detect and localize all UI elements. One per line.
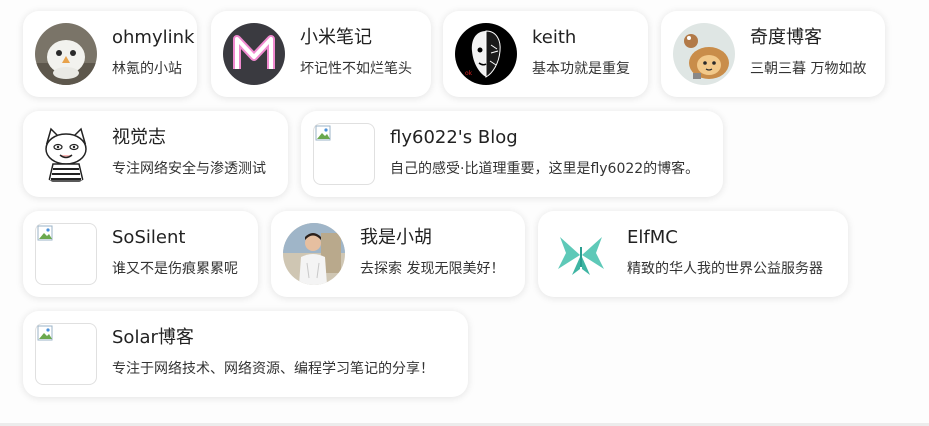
friend-card-qidu-blog[interactable]: 奇度博客 三朝三暮 万物如故 <box>661 11 885 97</box>
friend-desc: 精致的华人我的世界公益服务器 <box>627 261 823 277</box>
friend-name: keith <box>532 27 577 48</box>
friend-name: 小米笔记 <box>300 27 372 48</box>
friend-name: ElfMC <box>627 227 678 248</box>
friend-name: 我是小胡 <box>360 227 432 248</box>
friend-card-solar-blog[interactable]: Solar博客 专注于网络技术、网络资源、编程学习笔记的分享！ <box>23 311 468 397</box>
split-face-avatar: ok <box>455 23 517 85</box>
cartoon-lion-avatar <box>673 23 735 85</box>
svg-text:ok: ok <box>465 70 473 77</box>
friend-desc: 去探索 发现无限美好！ <box>360 261 505 277</box>
letter-m-avatar <box>223 23 285 85</box>
broken-image-icon <box>313 123 375 185</box>
friend-name: Solar博客 <box>112 327 194 348</box>
friend-name: 视觉志 <box>112 127 166 148</box>
cartoon-cat-avatar <box>35 123 97 185</box>
friend-name: ohmylink <box>112 27 195 48</box>
friend-links-panel: ohmylink 林氪的小站 小米笔记 坏记性不如烂笔头 ok keith 基本… <box>0 0 929 426</box>
friend-desc: 林氪的小站 <box>112 61 182 77</box>
friend-desc: 基本功就是重复 <box>532 61 630 77</box>
friend-card-fly6022-blog[interactable]: fly6022's Blog 自己的感受·比道理重要，这里是fly6022的博客… <box>301 111 723 197</box>
butterfly-logo-avatar <box>550 223 612 285</box>
friend-desc: 专注网络安全与渗透测试 <box>112 161 266 177</box>
friend-name: fly6022's Blog <box>390 127 518 148</box>
friend-desc: 专注于网络技术、网络资源、编程学习笔记的分享！ <box>112 361 434 377</box>
friend-card-ohmylink[interactable]: ohmylink 林氪的小站 <box>23 11 197 97</box>
friend-card-elfmc[interactable]: ElfMC 精致的华人我的世界公益服务器 <box>538 211 848 297</box>
friend-card-woshixiaohu[interactable]: 我是小胡 去探索 发现无限美好！ <box>271 211 525 297</box>
friend-desc: 三朝三暮 万物如故 <box>750 61 867 77</box>
friend-desc: 自己的感受·比道理重要，这里是fly6022的博客。 <box>390 161 700 177</box>
friend-desc: 谁又不是伤痕累累呢 <box>112 261 238 277</box>
friend-card-sosilent[interactable]: SoSilent 谁又不是伤痕累累呢 <box>23 211 258 297</box>
person-photo-avatar <box>283 223 345 285</box>
friend-name: 奇度博客 <box>750 27 822 48</box>
friend-card-keith[interactable]: ok keith 基本功就是重复 <box>443 11 648 97</box>
white-bird-avatar <box>35 23 97 85</box>
friend-name: SoSilent <box>112 227 186 248</box>
friend-card-shijuezhi[interactable]: 视觉志 专注网络安全与渗透测试 <box>23 111 288 197</box>
broken-image-icon <box>35 323 97 385</box>
friend-desc: 坏记性不如烂笔头 <box>300 61 412 77</box>
friend-card-xiaomi-notes[interactable]: 小米笔记 坏记性不如烂笔头 <box>211 11 431 97</box>
broken-image-icon <box>35 223 97 285</box>
